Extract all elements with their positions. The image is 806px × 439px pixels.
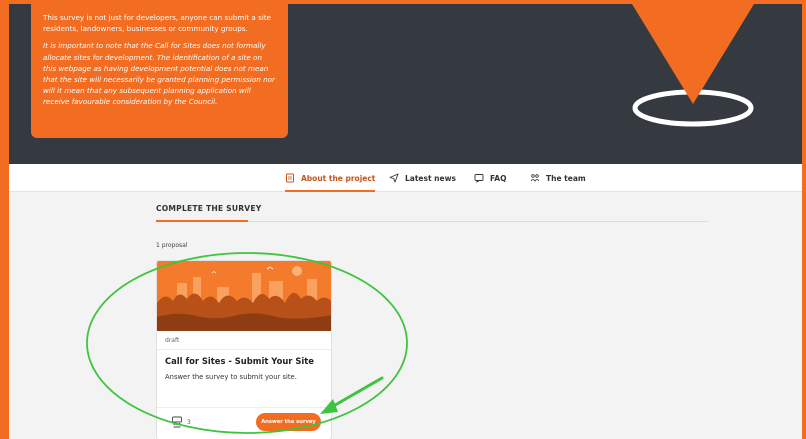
card-footer-divider: [157, 407, 331, 408]
participants-count: 3: [171, 416, 191, 428]
location-pin-graphic: [632, 4, 754, 127]
section-title: COMPLETE THE SURVEY: [156, 204, 262, 213]
hero-banner: This survey is not just for developers, …: [9, 4, 802, 164]
participants-icon: [172, 416, 182, 428]
tab-label: The team: [546, 173, 586, 183]
participants-number: 3: [187, 418, 191, 426]
card-divider: [157, 349, 331, 350]
section-divider: [156, 220, 708, 222]
proposal-card[interactable]: draft Call for Sites - Submit Your Site …: [156, 260, 332, 439]
proposal-image: [157, 261, 331, 331]
tab-label: About the project: [301, 173, 376, 183]
tab-about-the-project[interactable]: About the project: [285, 164, 376, 192]
tab-label: Latest news: [405, 173, 456, 183]
proposal-description: Answer the survey to submit your site.: [165, 373, 297, 381]
send-icon: [389, 173, 399, 183]
document-icon: [286, 173, 294, 183]
intro-disclaimer: It is important to note that the Call fo…: [43, 41, 275, 107]
page: This survey is not just for developers, …: [0, 0, 806, 439]
status-badge: draft: [165, 337, 180, 344]
intro-card: This survey is not just for developers, …: [31, 4, 288, 138]
tab-the-team[interactable]: The team: [530, 164, 586, 192]
tab-faq[interactable]: FAQ: [474, 164, 506, 192]
proposal-count: 1 proposal: [156, 242, 188, 249]
intro-paragraph: This survey is not just for developers, …: [43, 13, 272, 34]
tab-latest-news[interactable]: Latest news: [389, 164, 456, 192]
chat-icon: [474, 174, 484, 183]
project-nav: About the project Latest news FAQ The te…: [9, 164, 802, 192]
tab-label: FAQ: [490, 173, 507, 183]
proposal-title[interactable]: Call for Sites - Submit Your Site: [165, 356, 314, 366]
team-icon: [530, 174, 540, 182]
answer-survey-button[interactable]: Answer the survey: [256, 413, 321, 431]
